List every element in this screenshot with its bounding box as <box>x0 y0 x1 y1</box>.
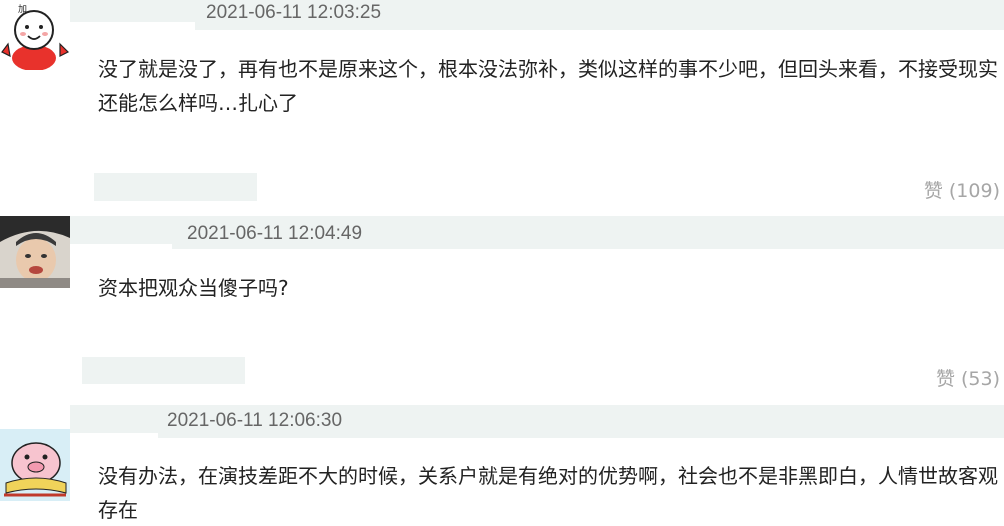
comment-text: 没了就是没了，再有也不是原来这个，根本没法弥补，类似这样的事不少吧，但回头来看，… <box>98 57 998 115</box>
like-button[interactable]: 赞 (53) <box>936 364 1000 391</box>
username-redacted[interactable] <box>70 405 158 433</box>
username-redacted[interactable] <box>70 216 172 244</box>
cartoon-pig-icon <box>0 429 70 501</box>
comment-text: 资本把观众当傻子吗? <box>98 276 289 300</box>
comment-item: 2021-06-11 12:03:25 加 没了就是没了，再有也不是原来这个，根… <box>0 0 1004 216</box>
like-button[interactable]: 赞 (109) <box>924 176 1000 203</box>
comment-list: 2021-06-11 12:03:25 加 没了就是没了，再有也不是原来这个，根… <box>0 0 1004 526</box>
photo-avatar-icon <box>0 216 70 288</box>
avatar[interactable] <box>0 216 70 288</box>
avatar[interactable]: 加 <box>0 0 70 70</box>
avatar[interactable] <box>0 429 70 501</box>
comment-timestamp: 2021-06-11 12:04:49 <box>187 223 363 244</box>
reply-area-redacted[interactable] <box>94 173 257 201</box>
reply-area-redacted[interactable] <box>82 357 245 384</box>
comment-timestamp: 2021-06-11 12:06:30 <box>167 410 343 431</box>
comment-item: 2021-06-11 12:06:30 没有办法，在演技差距不大的时候，关系户就… <box>0 405 1004 526</box>
cartoon-face-icon: 加 <box>0 0 70 70</box>
comment-timestamp: 2021-06-11 12:03:25 <box>206 2 382 23</box>
username-redacted[interactable] <box>70 0 195 22</box>
comment-item: 2021-06-11 12:04:49 资本把观众当傻子吗? 赞 (53) <box>0 216 1004 406</box>
comment-text: 没有办法，在演技差距不大的时候，关系户就是有绝对的优势啊，社会也不是非黑即白，人… <box>98 464 998 522</box>
